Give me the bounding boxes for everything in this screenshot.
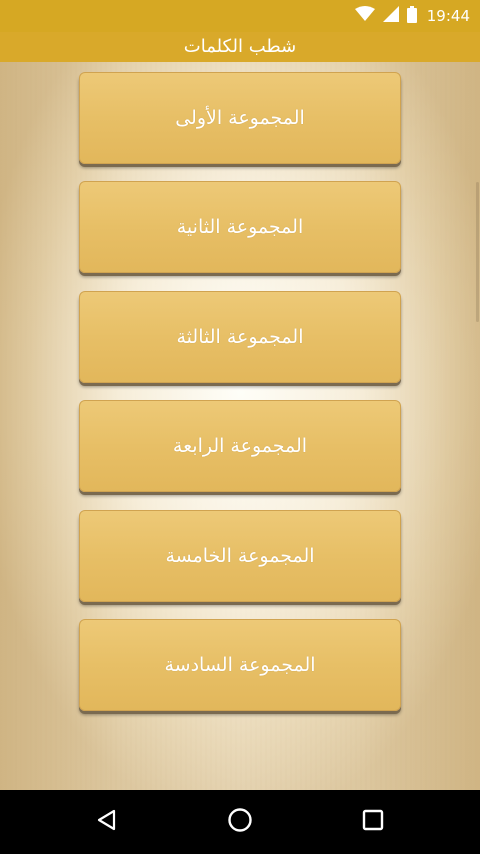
system-nav-bar bbox=[0, 790, 480, 854]
group-label: المجموعة الثالثة bbox=[176, 326, 304, 348]
scrollbar[interactable] bbox=[476, 182, 479, 322]
back-button[interactable] bbox=[87, 802, 127, 842]
app-title-bar: شطب الكلمات bbox=[0, 32, 480, 62]
cell-signal-icon bbox=[382, 6, 399, 26]
group-button-2[interactable]: المجموعة الثانية bbox=[79, 181, 401, 273]
group-label: المجموعة السادسة bbox=[164, 654, 316, 676]
status-icons: 19:44 bbox=[354, 0, 470, 32]
battery-icon bbox=[406, 5, 417, 27]
group-button-1[interactable]: المجموعة الأولى bbox=[79, 72, 401, 164]
group-button-4[interactable]: المجموعة الرابعة bbox=[79, 400, 401, 492]
group-label: المجموعة الخامسة bbox=[165, 545, 315, 567]
back-icon bbox=[95, 808, 119, 836]
recents-button[interactable] bbox=[353, 802, 393, 842]
home-icon bbox=[227, 807, 253, 837]
home-button[interactable] bbox=[220, 802, 260, 842]
group-list-screen[interactable]: المجموعة الأولى المجموعة الثانية المجموع… bbox=[0, 62, 480, 790]
group-label: المجموعة الثانية bbox=[176, 216, 304, 238]
app-title: شطب الكلمات bbox=[183, 36, 297, 57]
group-button-3[interactable]: المجموعة الثالثة bbox=[79, 291, 401, 383]
group-label: المجموعة الأولى bbox=[175, 107, 305, 129]
group-button-5[interactable]: المجموعة الخامسة bbox=[79, 510, 401, 602]
status-bar: 19:44 bbox=[0, 0, 480, 32]
recents-icon bbox=[362, 809, 384, 835]
wifi-icon bbox=[354, 6, 375, 26]
status-time: 19:44 bbox=[426, 7, 470, 25]
group-label: المجموعة الرابعة bbox=[172, 435, 308, 457]
group-button-6[interactable]: المجموعة السادسة bbox=[79, 619, 401, 711]
